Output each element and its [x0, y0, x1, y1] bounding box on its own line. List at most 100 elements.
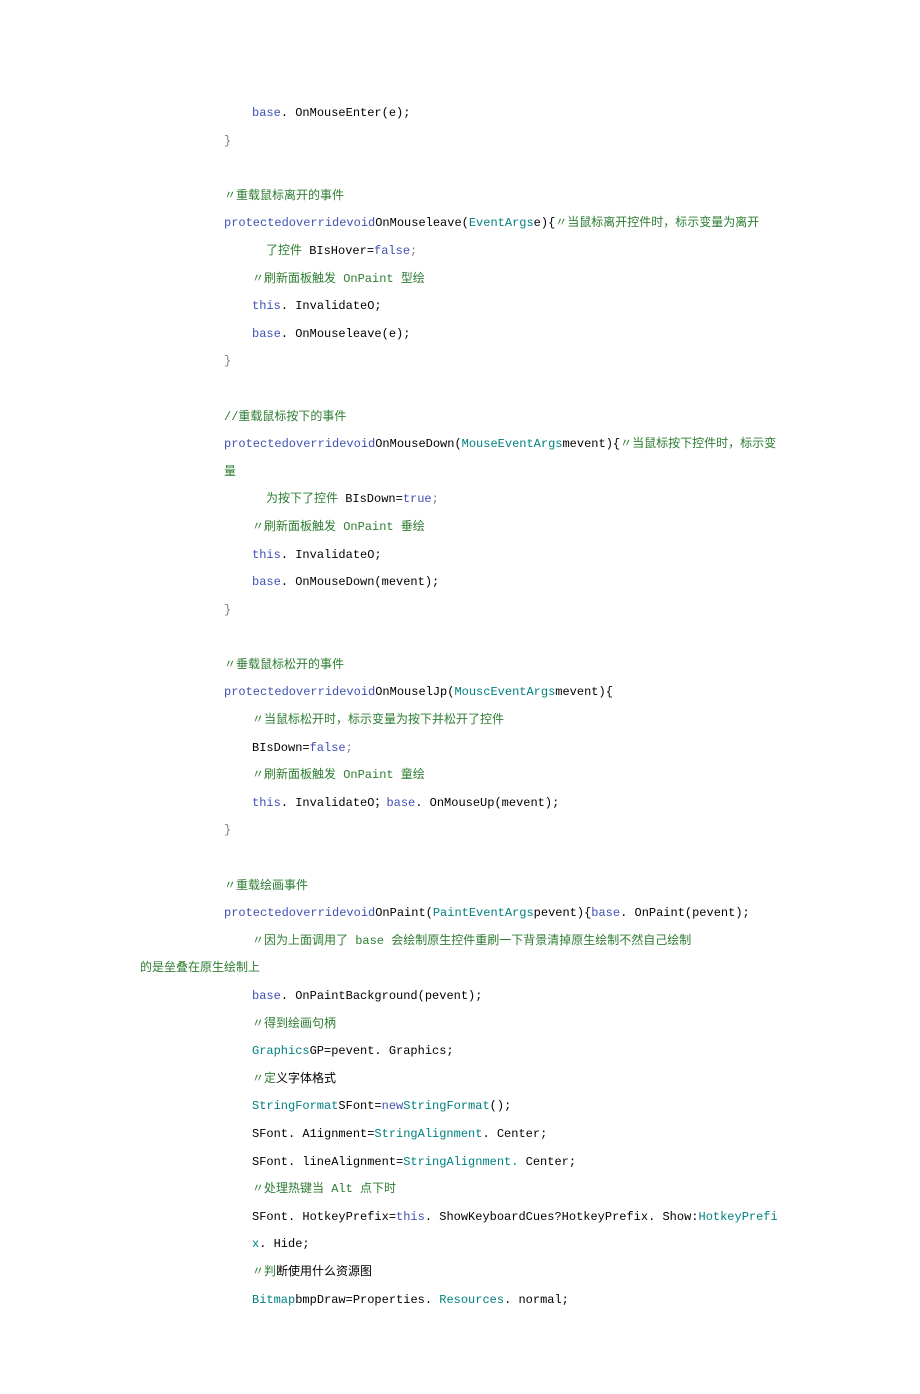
code-line: } — [140, 128, 780, 156]
code-line: 〃刷新面板触发 OnPaint 型绘 — [140, 266, 780, 294]
token: protectedoverridevoid — [224, 437, 375, 451]
code-line: 为按下了控件 BIsDown=true; — [140, 486, 780, 514]
code-line: protectedoverridevoidOnMouseleave(EventA… — [140, 210, 780, 238]
token: 〃处理热键当 Alt 点下时 — [252, 1182, 396, 1196]
code-line: 〃得到绘画句柄 — [140, 1011, 780, 1039]
code-line: protectedoverridevoidOnMouseDown(MouseEv… — [140, 431, 780, 486]
token: e){ — [534, 216, 556, 230]
token: PaintEventArgs — [433, 906, 534, 920]
code-line: } — [140, 817, 780, 845]
code-line: base. OnMouseEnter(e); — [140, 100, 780, 128]
token: ; — [410, 244, 417, 258]
code-line: 〃当鼠标松开时，标示变量为按下并松开了控件 — [140, 707, 780, 735]
code-line: protectedoverridevoidOnMouselJp(MouscEve… — [140, 679, 780, 707]
token: } — [224, 354, 231, 368]
code-line: base. OnPaintBackground(pevent); — [140, 983, 780, 1011]
code-line: BitmapbmpDraw=Properties. Resources. nor… — [140, 1287, 780, 1315]
token: . normal; — [504, 1293, 569, 1307]
code-line: base. OnMouseDown(mevent); — [140, 569, 780, 597]
token: 的是垒叠在原生绘制上 — [140, 961, 260, 975]
token: } — [224, 823, 231, 837]
token: OnPaint( — [375, 906, 433, 920]
token: 〃当鼠标松开时，标示变量为按下并松开了控件 — [252, 713, 504, 727]
token: 为按下了控件 — [266, 492, 345, 506]
token: 〃刷新面板触发 OnPaint 垂绘 — [252, 520, 425, 534]
token: 〃重载绘画事件 — [224, 879, 308, 893]
token: protectedoverridevoid — [224, 906, 375, 920]
code-line: 了控件 BIsHover=false; — [140, 238, 780, 266]
token: this — [252, 299, 281, 313]
token: 断使用什么资源图 — [276, 1265, 372, 1279]
token: base — [252, 106, 281, 120]
token: StringFormat — [252, 1099, 338, 1113]
token: SFont. lineAlignment= — [252, 1155, 403, 1169]
token: . Hide; — [259, 1237, 309, 1251]
token: //重载鼠标按下的事件 — [224, 410, 346, 424]
token: 〃得到绘画句柄 — [252, 1017, 336, 1031]
token: . InvalidateO; — [281, 548, 382, 562]
token: 〃定 — [252, 1072, 276, 1086]
token: 〃因为上面调用了 base 会绘制原生控件重刷一下背景清掉原生绘制不然自己绘制 — [252, 934, 691, 948]
token: SFont. HotkeyPrefix= — [252, 1210, 396, 1224]
token: . OnMouseUp(mevent); — [415, 796, 559, 810]
token: base — [252, 575, 281, 589]
token: 〃重载鼠标离开的事件 — [224, 189, 344, 203]
token: SFont= — [338, 1099, 381, 1113]
code-line: this. InvalidateO；base. OnMouseUp(mevent… — [140, 790, 780, 818]
token: 〃垂载鼠标松开的事件 — [224, 658, 344, 672]
token: OnMouseleave( — [375, 216, 469, 230]
token: StringAlignment. — [403, 1155, 518, 1169]
code-line: SFont. HotkeyPrefix=this. ShowKeyboardCu… — [140, 1204, 780, 1259]
code-line: StringFormatSFont=newStringFormat(); — [140, 1093, 780, 1121]
token: . OnPaint(pevent); — [620, 906, 750, 920]
token: ; — [346, 741, 353, 755]
token: . OnMouseDown(mevent); — [281, 575, 439, 589]
code-line: 〃垂载鼠标松开的事件 — [140, 652, 780, 680]
code-line: 〃刷新面板触发 OnPaint 垂绘 — [140, 514, 780, 542]
code-line: SFont. lineAlignment=StringAlignment. Ce… — [140, 1149, 780, 1177]
token: Graphics — [252, 1044, 310, 1058]
token: (); — [490, 1099, 512, 1113]
token: false — [310, 741, 346, 755]
code-line — [140, 376, 780, 404]
code-line: 〃重载鼠标离开的事件 — [140, 183, 780, 211]
code-document: base. OnMouseEnter(e);} 〃重载鼠标离开的事件protec… — [0, 0, 920, 1394]
code-line — [140, 155, 780, 183]
token: BIsDown= — [252, 741, 310, 755]
token: GP=pevent. Graphics; — [310, 1044, 454, 1058]
token: pevent){ — [534, 906, 592, 920]
token: EventArgs — [469, 216, 534, 230]
token: . ShowKeyboardCues?HotkeyPrefix. Show: — [425, 1210, 699, 1224]
token: ; — [432, 492, 439, 506]
code-line: SFont. A1ignment=StringAlignment. Center… — [140, 1121, 780, 1149]
token: false — [374, 244, 410, 258]
token: 〃判 — [252, 1265, 276, 1279]
token: . OnMouseEnter(e); — [281, 106, 411, 120]
token: this — [252, 548, 281, 562]
token: 〃刷新面板触发 OnPaint 型绘 — [252, 272, 425, 286]
code-line: 〃刷新面板触发 OnPaint 童绘 — [140, 762, 780, 790]
code-line: this. InvalidateO; — [140, 293, 780, 321]
token: base — [386, 796, 415, 810]
code-line: this. InvalidateO; — [140, 542, 780, 570]
token: StringFormat — [403, 1099, 489, 1113]
code-line: 〃判断使用什么资源图 — [140, 1259, 780, 1287]
token: 义字体格式 — [276, 1072, 336, 1086]
code-line: 的是垒叠在原生绘制上 — [140, 955, 780, 983]
token: protectedoverridevoid — [224, 216, 375, 230]
code-line: //重载鼠标按下的事件 — [140, 404, 780, 432]
token: . Center; — [482, 1127, 547, 1141]
code-line — [140, 845, 780, 873]
token: Resources — [439, 1293, 504, 1307]
token: mevent){ — [562, 437, 620, 451]
code-line: 〃定义字体格式 — [140, 1066, 780, 1094]
code-line: BIsDown=false; — [140, 735, 780, 763]
token: . InvalidateO； — [281, 796, 387, 810]
code-line: GraphicsGP=pevent. Graphics; — [140, 1038, 780, 1066]
token: BIsHover= — [309, 244, 374, 258]
token: MouseEventArgs — [462, 437, 563, 451]
code-line: 〃因为上面调用了 base 会绘制原生控件重刷一下背景清掉原生绘制不然自己绘制 — [140, 928, 780, 956]
code-block: base. OnMouseEnter(e);} 〃重载鼠标离开的事件protec… — [140, 100, 780, 1314]
token: bmpDraw=Properties. — [295, 1293, 439, 1307]
token: } — [224, 134, 231, 148]
